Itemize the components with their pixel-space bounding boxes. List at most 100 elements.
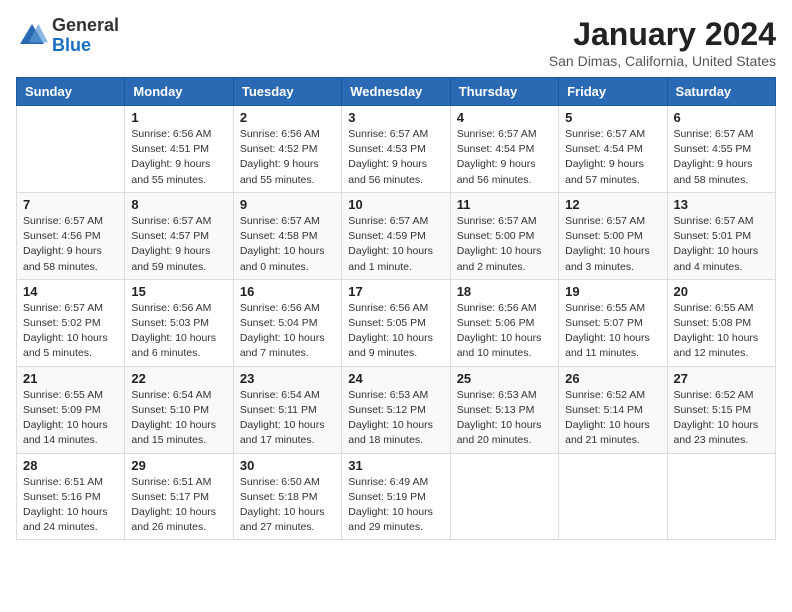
logo-icon	[16, 20, 48, 52]
calendar-week-row: 7Sunrise: 6:57 AMSunset: 4:56 PMDaylight…	[17, 192, 776, 279]
day-info: Sunrise: 6:49 AMSunset: 5:19 PMDaylight:…	[348, 475, 443, 536]
day-number: 31	[348, 458, 443, 473]
calendar-week-row: 1Sunrise: 6:56 AMSunset: 4:51 PMDaylight…	[17, 106, 776, 193]
day-info: Sunrise: 6:56 AMSunset: 5:03 PMDaylight:…	[131, 301, 226, 362]
day-number: 8	[131, 197, 226, 212]
calendar-cell	[667, 453, 775, 540]
calendar-week-row: 21 Sunrise: 6:55 AMSunset: 5:09 PMDayligh…	[17, 366, 776, 453]
calendar-cell: 3Sunrise: 6:57 AMSunset: 4:53 PMDaylight…	[342, 106, 450, 193]
day-info: Sunrise: 6:54 AMSunset: 5:11 PMDaylight:…	[240, 388, 335, 449]
day-number: 13	[674, 197, 769, 212]
day-info: Sunrise: 6:55 AMSunset: 5:07 PMDaylight:…	[565, 301, 660, 362]
day-info: Sunrise: 6:57 AMSunset: 4:59 PMDaylight:…	[348, 214, 443, 275]
day-info: Sunrise: 6:56 AMSunset: 4:51 PMDaylight:…	[131, 127, 226, 188]
calendar-cell: 21 Sunrise: 6:55 AMSunset: 5:09 PMDayligh…	[17, 366, 125, 453]
day-number: 30	[240, 458, 335, 473]
calendar-cell: 15Sunrise: 6:56 AMSunset: 5:03 PMDayligh…	[125, 279, 233, 366]
calendar-table: SundayMondayTuesdayWednesdayThursdayFrid…	[16, 77, 776, 540]
column-header-wednesday: Wednesday	[342, 78, 450, 106]
calendar-cell: 29Sunrise: 6:51 AMSunset: 5:17 PMDayligh…	[125, 453, 233, 540]
day-number: 6	[674, 110, 769, 125]
calendar-cell: 20 Sunrise: 6:55 AMSunset: 5:08 PMDayligh…	[667, 279, 775, 366]
day-number: 11	[457, 197, 552, 212]
calendar-cell: 23Sunrise: 6:54 AMSunset: 5:11 PMDayligh…	[233, 366, 341, 453]
day-number: 28	[23, 458, 118, 473]
day-number: 12	[565, 197, 660, 212]
logo-blue-text: Blue	[52, 35, 91, 55]
day-info: Sunrise: 6:51 AMSunset: 5:17 PMDaylight:…	[131, 475, 226, 536]
calendar-cell: 13 Sunrise: 6:57 AMSunset: 5:01 PMDayligh…	[667, 192, 775, 279]
day-info: Sunrise: 6:51 AMSunset: 5:16 PMDaylight:…	[23, 475, 118, 536]
calendar-cell: 1Sunrise: 6:56 AMSunset: 4:51 PMDaylight…	[125, 106, 233, 193]
calendar-cell: 10 Sunrise: 6:57 AMSunset: 4:59 PMDayligh…	[342, 192, 450, 279]
day-info: Sunrise: 6:53 AMSunset: 5:13 PMDaylight:…	[457, 388, 552, 449]
calendar-cell: 31 Sunrise: 6:49 AMSunset: 5:19 PMDayligh…	[342, 453, 450, 540]
column-header-sunday: Sunday	[17, 78, 125, 106]
day-info: Sunrise: 6:57 AMSunset: 4:54 PMDaylight:…	[457, 127, 552, 188]
calendar-cell: 6 Sunrise: 6:57 AMSunset: 4:55 PMDaylight…	[667, 106, 775, 193]
calendar-cell: 18 Sunrise: 6:56 AMSunset: 5:06 PMDayligh…	[450, 279, 558, 366]
title-section: January 2024 San Dimas, California, Unit…	[549, 16, 776, 69]
calendar-cell: 19 Sunrise: 6:55 AMSunset: 5:07 PMDayligh…	[559, 279, 667, 366]
day-number: 24	[348, 371, 443, 386]
calendar-cell	[17, 106, 125, 193]
logo-general-text: General	[52, 15, 119, 35]
calendar-cell: 28 Sunrise: 6:51 AMSunset: 5:16 PMDayligh…	[17, 453, 125, 540]
day-number: 10	[348, 197, 443, 212]
day-number: 25	[457, 371, 552, 386]
page-header: General Blue January 2024 San Dimas, Cal…	[16, 16, 776, 69]
day-number: 2	[240, 110, 335, 125]
day-info: Sunrise: 6:57 AMSunset: 5:01 PMDaylight:…	[674, 214, 769, 275]
column-header-monday: Monday	[125, 78, 233, 106]
calendar-cell: 24Sunrise: 6:53 AMSunset: 5:12 PMDayligh…	[342, 366, 450, 453]
day-info: Sunrise: 6:54 AMSunset: 5:10 PMDaylight:…	[131, 388, 226, 449]
column-header-friday: Friday	[559, 78, 667, 106]
day-number: 20	[674, 284, 769, 299]
day-info: Sunrise: 6:50 AMSunset: 5:18 PMDaylight:…	[240, 475, 335, 536]
day-info: Sunrise: 6:56 AMSunset: 5:04 PMDaylight:…	[240, 301, 335, 362]
day-info: Sunrise: 6:57 AMSunset: 4:56 PMDaylight:…	[23, 214, 118, 275]
day-info: Sunrise: 6:55 AMSunset: 5:09 PMDaylight:…	[23, 388, 118, 449]
calendar-header-row: SundayMondayTuesdayWednesdayThursdayFrid…	[17, 78, 776, 106]
column-header-saturday: Saturday	[667, 78, 775, 106]
calendar-cell: 4 Sunrise: 6:57 AMSunset: 4:54 PMDaylight…	[450, 106, 558, 193]
day-number: 18	[457, 284, 552, 299]
column-header-tuesday: Tuesday	[233, 78, 341, 106]
calendar-week-row: 14 Sunrise: 6:57 AMSunset: 5:02 PMDayligh…	[17, 279, 776, 366]
day-number: 14	[23, 284, 118, 299]
calendar-cell: 5 Sunrise: 6:57 AMSunset: 4:54 PMDaylight…	[559, 106, 667, 193]
calendar-cell	[559, 453, 667, 540]
day-info: Sunrise: 6:52 AMSunset: 5:14 PMDaylight:…	[565, 388, 660, 449]
day-number: 17	[348, 284, 443, 299]
day-info: Sunrise: 6:56 AMSunset: 4:52 PMDaylight:…	[240, 127, 335, 188]
day-number: 21	[23, 371, 118, 386]
day-info: Sunrise: 6:57 AMSunset: 4:54 PMDaylight:…	[565, 127, 660, 188]
day-info: Sunrise: 6:52 AMSunset: 5:15 PMDaylight:…	[674, 388, 769, 449]
calendar-cell: 11 Sunrise: 6:57 AMSunset: 5:00 PMDayligh…	[450, 192, 558, 279]
calendar-cell: 2 Sunrise: 6:56 AMSunset: 4:52 PMDaylight…	[233, 106, 341, 193]
calendar-cell: 12Sunrise: 6:57 AMSunset: 5:00 PMDayligh…	[559, 192, 667, 279]
calendar-week-row: 28 Sunrise: 6:51 AMSunset: 5:16 PMDayligh…	[17, 453, 776, 540]
day-info: Sunrise: 6:55 AMSunset: 5:08 PMDaylight:…	[674, 301, 769, 362]
day-info: Sunrise: 6:57 AMSunset: 4:55 PMDaylight:…	[674, 127, 769, 188]
calendar-cell: 22Sunrise: 6:54 AMSunset: 5:10 PMDayligh…	[125, 366, 233, 453]
day-info: Sunrise: 6:56 AMSunset: 5:05 PMDaylight:…	[348, 301, 443, 362]
day-number: 5	[565, 110, 660, 125]
day-number: 16	[240, 284, 335, 299]
day-info: Sunrise: 6:56 AMSunset: 5:06 PMDaylight:…	[457, 301, 552, 362]
calendar-cell	[450, 453, 558, 540]
day-number: 4	[457, 110, 552, 125]
calendar-cell: 8 Sunrise: 6:57 AMSunset: 4:57 PMDaylight…	[125, 192, 233, 279]
calendar-cell: 7Sunrise: 6:57 AMSunset: 4:56 PMDaylight…	[17, 192, 125, 279]
calendar-cell: 14 Sunrise: 6:57 AMSunset: 5:02 PMDayligh…	[17, 279, 125, 366]
calendar-cell: 17 Sunrise: 6:56 AMSunset: 5:05 PMDayligh…	[342, 279, 450, 366]
calendar-cell: 16 Sunrise: 6:56 AMSunset: 5:04 PMDayligh…	[233, 279, 341, 366]
day-info: Sunrise: 6:57 AMSunset: 5:00 PMDaylight:…	[457, 214, 552, 275]
day-info: Sunrise: 6:57 AMSunset: 4:57 PMDaylight:…	[131, 214, 226, 275]
calendar-cell: 26Sunrise: 6:52 AMSunset: 5:14 PMDayligh…	[559, 366, 667, 453]
day-number: 19	[565, 284, 660, 299]
day-info: Sunrise: 6:57 AMSunset: 5:02 PMDaylight:…	[23, 301, 118, 362]
day-number: 3	[348, 110, 443, 125]
calendar-cell: 27Sunrise: 6:52 AMSunset: 5:15 PMDayligh…	[667, 366, 775, 453]
calendar-cell: 25 Sunrise: 6:53 AMSunset: 5:13 PMDayligh…	[450, 366, 558, 453]
